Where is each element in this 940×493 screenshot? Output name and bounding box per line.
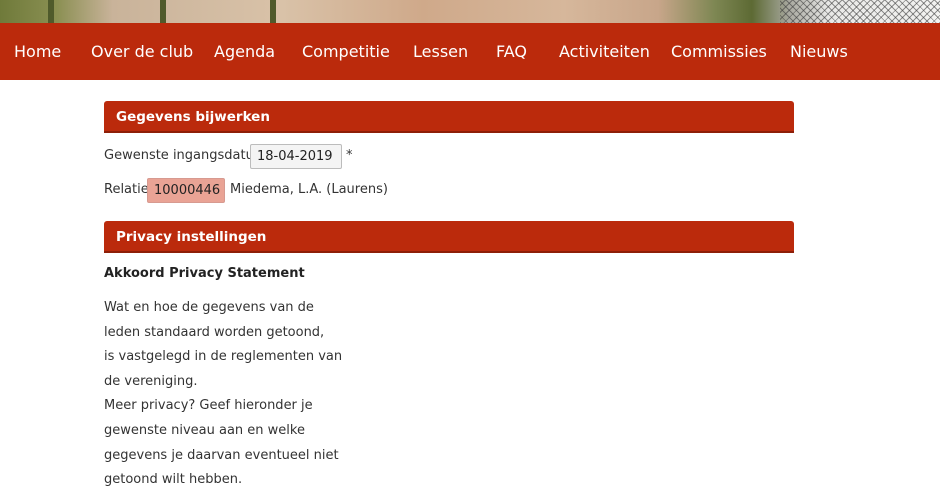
required-marker: *: [346, 148, 353, 163]
nav-item-agenda[interactable]: Agenda: [214, 23, 275, 80]
header-banner-image: [0, 0, 940, 23]
date-field-label: Gewenste ingangsdatum: [104, 148, 267, 163]
privacy-statement-heading: Akkoord Privacy Statement: [104, 266, 305, 281]
privacy-description: Wat en hoe de gegevens van de leden stan…: [104, 296, 364, 493]
privacy-text-line: Wat en hoe de gegevens van de: [104, 300, 314, 315]
nav-item-competitie[interactable]: Competitie: [302, 23, 390, 80]
relation-name: Miedema, L.A. (Laurens): [230, 182, 388, 197]
nav-item-home[interactable]: Home: [14, 23, 61, 80]
date-input[interactable]: 18-04-2019: [250, 144, 342, 169]
banner-post: [160, 0, 166, 23]
privacy-text-line: leden standaard worden getoond,: [104, 324, 325, 340]
banner-post: [48, 0, 54, 23]
nav-item-lessen[interactable]: Lessen: [413, 23, 468, 80]
nav-item-nieuws[interactable]: Nieuws: [790, 23, 848, 80]
nav-item-activiteiten[interactable]: Activiteiten: [559, 23, 650, 80]
privacy-text-line: Meer privacy? Geef hieronder je: [104, 398, 313, 414]
privacy-text-line: is vastgelegd in de reglementen van: [104, 349, 343, 365]
nav-item-commissies[interactable]: Commissies: [671, 23, 767, 80]
section-header-privacy-instellingen: Privacy instellingen: [104, 221, 794, 253]
privacy-text-line: de vereniging.: [104, 373, 198, 389]
banner-net: [780, 0, 940, 23]
privacy-text-line: gewenste niveau aan en welke: [104, 422, 305, 438]
section-header-gegevens-bijwerken: Gegevens bijwerken: [104, 101, 794, 133]
banner-post: [270, 0, 276, 23]
privacy-text-line: getoond wilt hebben.: [104, 472, 243, 488]
relation-label: Relatie: [104, 182, 149, 197]
relation-number-field[interactable]: 10000446: [147, 178, 225, 203]
privacy-text-line: gegevens je daarvan eventueel niet: [104, 447, 339, 463]
nav-item-faq[interactable]: FAQ: [496, 23, 527, 80]
main-nav: Home Over de club Agenda Competitie Less…: [0, 23, 940, 80]
nav-item-over-de-club[interactable]: Over de club: [91, 23, 193, 80]
